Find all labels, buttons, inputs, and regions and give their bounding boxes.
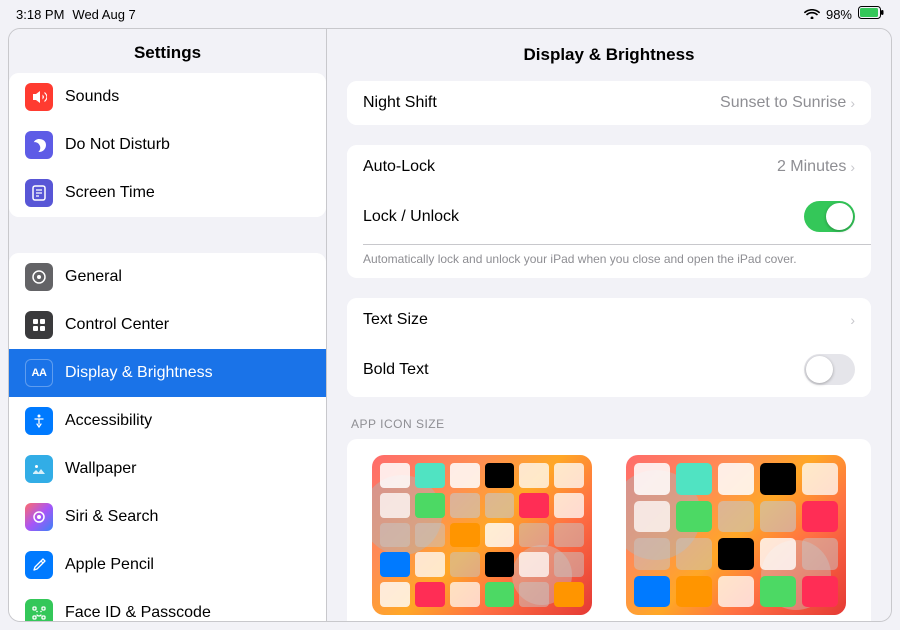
- sidebar-item-do-not-disturb[interactable]: Do Not Disturb: [9, 121, 326, 169]
- date: Wed Aug 7: [72, 7, 135, 22]
- icon-option-bigger[interactable]: Bigger: [617, 455, 855, 621]
- auto-lock-value: 2 Minutes ›: [777, 158, 855, 176]
- icon-options: More: [363, 455, 855, 621]
- sidebar-item-wallpaper[interactable]: Wallpaper: [9, 445, 326, 493]
- time: 3:18 PM: [16, 7, 64, 22]
- bigger-preview: [626, 455, 846, 615]
- do-not-disturb-icon: [25, 131, 53, 159]
- control-center-label: Control Center: [65, 316, 169, 334]
- battery-icon: [858, 6, 884, 22]
- siri-icon: [25, 503, 53, 531]
- apple-pencil-label: Apple Pencil: [65, 556, 154, 574]
- auto-lock-label: Auto-Lock: [363, 158, 435, 176]
- accessibility-icon: [25, 407, 53, 435]
- wifi-icon: [804, 7, 820, 22]
- night-shift-label: Night Shift: [363, 94, 437, 112]
- sidebar-item-accessibility[interactable]: Accessibility: [9, 397, 326, 445]
- sidebar-section-2: General Control Center: [9, 253, 326, 621]
- night-shift-value: Sunset to Sunrise ›: [720, 94, 855, 112]
- sidebar-item-apple-pencil[interactable]: Apple Pencil: [9, 541, 326, 589]
- display-brightness-icon: AA: [25, 359, 53, 387]
- text-group: Text Size › Bold Text: [347, 298, 871, 397]
- sidebar-item-control-center[interactable]: Control Center: [9, 301, 326, 349]
- face-id-label: Face ID & Passcode: [65, 604, 211, 621]
- wallpaper-label: Wallpaper: [65, 460, 136, 478]
- text-size-chevron: ›: [850, 312, 855, 328]
- sounds-icon: [25, 83, 53, 111]
- general-label: General: [65, 268, 122, 286]
- battery-percentage: 98%: [826, 7, 852, 22]
- auto-lock-chevron: ›: [850, 159, 855, 175]
- content-area: Display & Brightness Night Shift Sunset …: [327, 29, 891, 621]
- bold-text-knob: [806, 356, 833, 383]
- app-icon-size-container: More: [347, 439, 871, 621]
- night-shift-chevron: ›: [850, 95, 855, 111]
- wallpaper-icon: [25, 455, 53, 483]
- lock-unlock-knob: [826, 203, 853, 230]
- night-shift-group: Night Shift Sunset to Sunrise ›: [347, 81, 871, 125]
- bold-text-label: Bold Text: [363, 361, 429, 379]
- control-center-icon: [25, 311, 53, 339]
- lock-unlock-row: Lock / Unlock: [347, 189, 871, 244]
- status-bar: 3:18 PM Wed Aug 7 98%: [0, 0, 900, 28]
- general-icon: [25, 263, 53, 291]
- app-container: Settings Sounds: [8, 28, 892, 622]
- auto-lock-row[interactable]: Auto-Lock 2 Minutes ›: [347, 145, 871, 189]
- display-brightness-label: Display & Brightness: [65, 364, 213, 382]
- siri-label: Siri & Search: [65, 508, 158, 526]
- sidebar-item-screen-time[interactable]: Screen Time: [9, 169, 326, 217]
- accessibility-label: Accessibility: [65, 412, 152, 430]
- status-bar-left: 3:18 PM Wed Aug 7: [16, 7, 136, 22]
- face-id-icon: [25, 599, 53, 621]
- content-title: Display & Brightness: [347, 45, 871, 81]
- status-bar-right: 98%: [804, 6, 884, 22]
- sidebar-section-1: Sounds Do Not Disturb: [9, 73, 326, 217]
- night-shift-row[interactable]: Night Shift Sunset to Sunrise ›: [347, 81, 871, 125]
- apple-pencil-icon: [25, 551, 53, 579]
- sidebar-item-sounds[interactable]: Sounds: [9, 73, 326, 121]
- app-icon-size-header: APP ICON SIZE: [347, 417, 871, 439]
- bold-text-toggle[interactable]: [804, 354, 855, 385]
- text-size-value: ›: [850, 312, 855, 328]
- sounds-label: Sounds: [65, 88, 119, 106]
- screen-time-icon: [25, 179, 53, 207]
- lock-unlock-helper: Automatically lock and unlock your iPad …: [347, 244, 871, 278]
- text-size-label: Text Size: [363, 311, 428, 329]
- bold-text-row: Bold Text: [347, 342, 871, 397]
- sidebar-title: Settings: [9, 29, 326, 73]
- sidebar-item-general[interactable]: General: [9, 253, 326, 301]
- lock-unlock-toggle[interactable]: [804, 201, 855, 232]
- more-preview: [372, 455, 592, 615]
- sidebar-item-siri-search[interactable]: Siri & Search: [9, 493, 326, 541]
- do-not-disturb-label: Do Not Disturb: [65, 136, 170, 154]
- sidebar-item-display-brightness[interactable]: AA Display & Brightness: [9, 349, 326, 397]
- icon-option-more[interactable]: More: [363, 455, 601, 621]
- sidebar: Settings Sounds: [9, 29, 327, 621]
- screen-time-label: Screen Time: [65, 184, 155, 202]
- lock-unlock-label: Lock / Unlock: [363, 208, 459, 226]
- lock-group: Auto-Lock 2 Minutes › Lock / Unlock Auto…: [347, 145, 871, 278]
- text-size-row[interactable]: Text Size ›: [347, 298, 871, 342]
- sidebar-item-face-id-passcode[interactable]: Face ID & Passcode: [9, 589, 326, 621]
